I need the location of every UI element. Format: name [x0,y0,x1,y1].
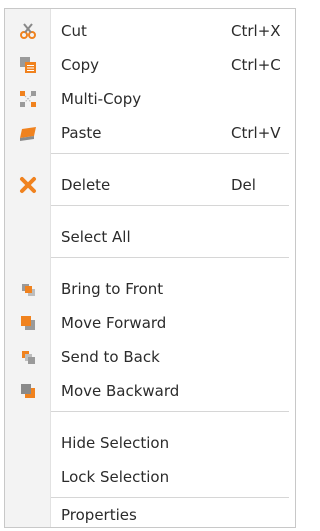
copy-label: Copy [61,56,100,74]
menu-item-cut[interactable]: Cut Ctrl+X [5,15,295,47]
context-menu: Cut Ctrl+X Copy Ctrl+C Multi-Copy Paste … [4,8,296,528]
properties-label: Properties [61,506,137,524]
multi-copy-label: Multi-Copy [61,90,142,108]
menu-separator [51,411,289,412]
select-all-label: Select All [61,228,131,246]
menu-item-copy[interactable]: Copy Ctrl+C [5,49,295,81]
move-forward-icon [21,316,35,330]
move-forward-label: Move Forward [61,314,167,332]
delete-label: Delete [61,176,111,194]
move-backward-icon [21,384,35,398]
menu-item-paste[interactable]: Paste Ctrl+V [5,117,295,149]
delete-shortcut: Del [231,176,256,194]
bring-to-front-icon [22,284,35,296]
menu-item-send-to-back[interactable]: Send to Back [5,341,295,373]
menu-item-multi-copy[interactable]: Multi-Copy [5,83,295,115]
menu-separator [51,153,289,154]
multi-copy-icon [20,91,36,107]
copy-icon [20,57,36,73]
bring-to-front-label: Bring to Front [61,280,164,298]
menu-item-properties[interactable]: Properties [5,499,295,531]
paste-shortcut: Ctrl+V [231,124,281,142]
send-to-back-icon [22,351,35,364]
send-to-back-label: Send to Back [61,348,160,366]
paste-icon [20,127,36,141]
menu-item-move-forward[interactable]: Move Forward [5,307,295,339]
menu-item-move-backward[interactable]: Move Backward [5,375,295,407]
copy-shortcut: Ctrl+C [231,56,281,74]
menu-item-select-all[interactable]: Select All [5,221,295,253]
lock-selection-label: Lock Selection [61,468,170,486]
menu-separator [51,497,289,498]
paste-label: Paste [61,124,102,142]
move-backward-label: Move Backward [61,382,180,400]
menu-separator [51,205,289,206]
delete-x-icon [20,177,36,193]
hide-selection-label: Hide Selection [61,434,170,452]
menu-item-bring-to-front[interactable]: Bring to Front [5,273,295,305]
menu-separator [51,257,289,258]
menu-item-delete[interactable]: Delete Del [5,169,295,201]
cut-shortcut: Ctrl+X [231,22,281,40]
menu-item-hide-selection[interactable]: Hide Selection [5,427,295,459]
cut-label: Cut [61,22,87,40]
menu-item-lock-selection[interactable]: Lock Selection [5,461,295,493]
scissors-icon [20,23,36,39]
